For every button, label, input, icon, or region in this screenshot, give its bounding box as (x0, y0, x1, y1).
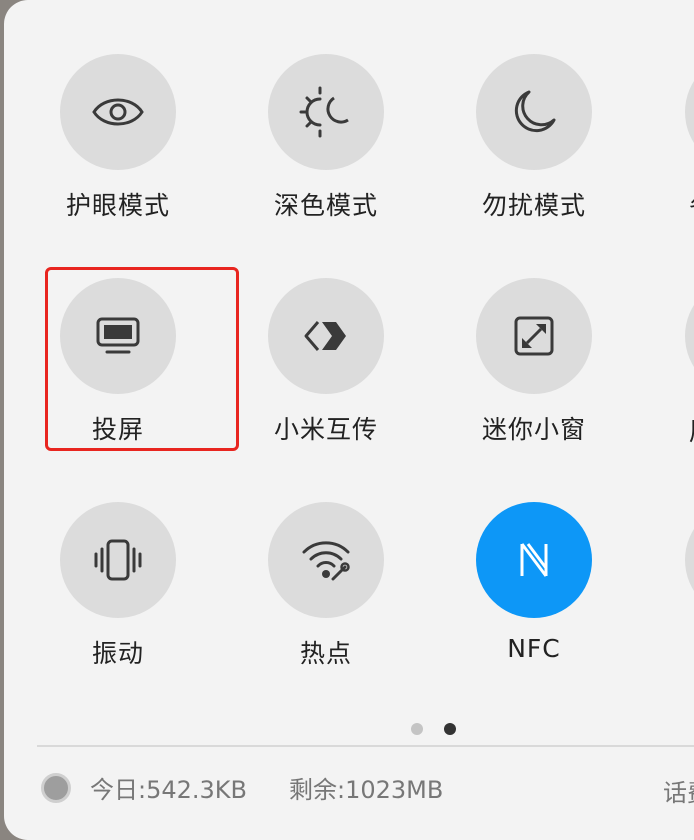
tile-screen-cast[interactable]: 投屏 (38, 278, 198, 446)
partial-tile-label: 屏 (689, 412, 694, 448)
tile-hotspot[interactable]: 热点 (246, 502, 406, 670)
tile-xiaomi-share[interactable]: 小米互传 (246, 278, 406, 446)
sun-moon-icon (299, 86, 349, 138)
tile-label: 迷你小窗 (481, 415, 586, 444)
page-indicator[interactable] (411, 723, 456, 735)
xiaomi-share-toggle[interactable] (268, 278, 384, 394)
eye-comfort-toggle[interactable] (60, 54, 176, 170)
control-center-panel: 护眼模式 深色模式 勿扰模式 省 (4, 0, 694, 840)
tile-label: 小米互传 (273, 415, 378, 444)
tile-label: 振动 (91, 639, 144, 668)
eye-icon (92, 98, 144, 126)
hotspot-icon (302, 541, 350, 581)
partial-tile-circle[interactable] (685, 54, 694, 170)
tile-dark-mode[interactable]: 深色模式 (246, 54, 406, 222)
tile-label: 投屏 (91, 415, 144, 444)
screen-cast-toggle[interactable] (60, 278, 176, 394)
data-usage-footer[interactable]: 今日:542.3KB 剩余:1023MB (41, 770, 443, 805)
moon-icon (514, 90, 556, 133)
tile-mini-window[interactable]: 迷你小窗 (454, 278, 614, 446)
page-dot-1[interactable] (411, 723, 423, 735)
nfc-toggle[interactable] (476, 502, 592, 618)
remaining-data: 剩余:1023MB (289, 776, 444, 804)
today-usage: 今日:542.3KB (90, 776, 247, 804)
page-dot-2[interactable] (444, 723, 456, 735)
partial-tile-circle[interactable] (685, 502, 694, 618)
mini-window-icon (514, 316, 554, 356)
vibrate-icon (94, 539, 142, 581)
tile-vibrate[interactable]: 振动 (38, 502, 198, 670)
tile-label: 护眼模式 (65, 191, 170, 220)
tile-eye-comfort[interactable]: 护眼模式 (38, 54, 198, 222)
sim-status-icon (41, 772, 71, 803)
hotspot-toggle[interactable] (268, 502, 384, 618)
tile-nfc[interactable]: NFC (454, 502, 614, 663)
tile-label: NFC (507, 634, 561, 663)
dark-mode-toggle[interactable] (268, 54, 384, 170)
mini-window-toggle[interactable] (476, 278, 592, 394)
screen-cast-icon (96, 317, 140, 354)
dnd-toggle[interactable] (476, 54, 592, 170)
tile-label: 勿扰模式 (481, 191, 586, 220)
tile-do-not-disturb[interactable]: 勿扰模式 (454, 54, 614, 222)
divider (37, 745, 694, 747)
xiaomi-share-icon (304, 321, 346, 351)
tile-label: 深色模式 (273, 191, 378, 220)
nfc-icon (520, 543, 548, 577)
tile-label: 热点 (299, 639, 352, 668)
partial-tile-circle[interactable] (685, 278, 694, 394)
vibrate-toggle[interactable] (60, 502, 176, 618)
partial-tile-label: 省 (689, 188, 694, 224)
phone-bill-label[interactable]: 话费 (663, 773, 694, 808)
